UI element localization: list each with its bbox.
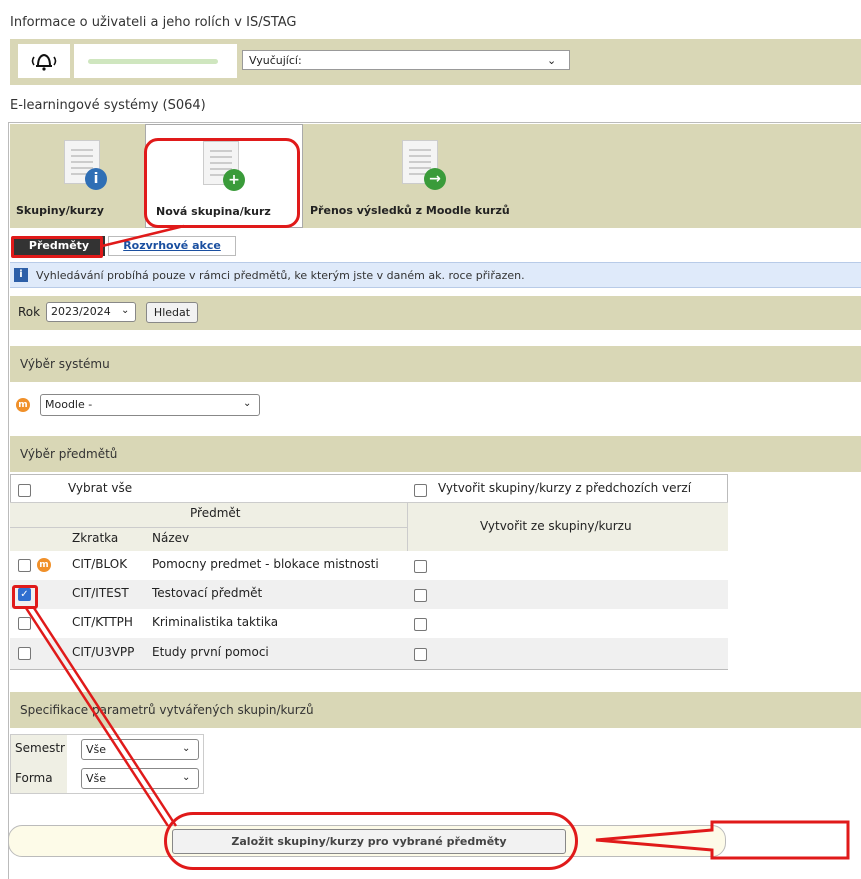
arrow-left-icon [595, 820, 850, 860]
annotation-line [32, 607, 178, 827]
annotation-line [101, 224, 185, 248]
annotation-overlay [24, 224, 850, 860]
annotation-line [24, 607, 170, 827]
